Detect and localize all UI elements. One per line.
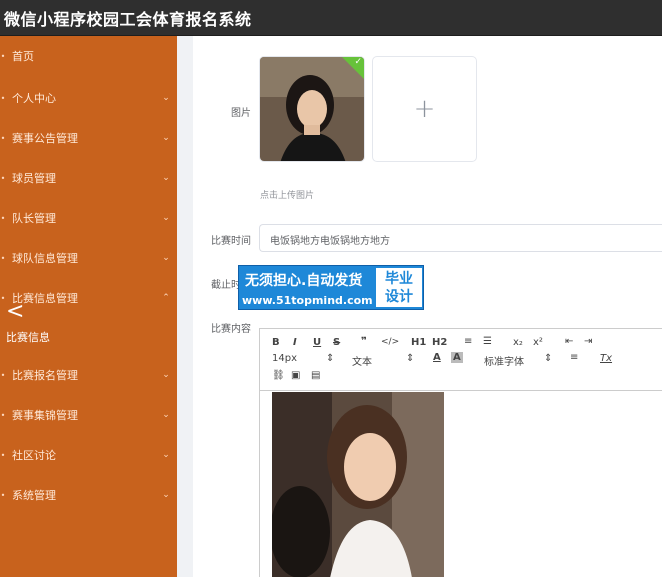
top-header: 微信小程序校园工会体育报名系统 [0, 0, 662, 36]
plus-icon: + [413, 94, 436, 124]
sidebar-item-captains[interactable]: • 队长管理 ⌄ [0, 204, 177, 232]
italic-button[interactable]: I [293, 337, 297, 348]
font-family-select[interactable]: 标准字体 [484, 353, 524, 368]
back-arrow-icon[interactable]: < [6, 301, 24, 323]
font-color-icon[interactable]: A [433, 352, 441, 363]
sidebar-item-label: 赛事公告管理 [12, 132, 78, 145]
sidebar-item-label: 比赛信息管理 [12, 292, 78, 305]
menu-dot-icon: • [0, 410, 6, 420]
chevron-down-icon: ⌄ [162, 133, 170, 143]
superscript-button[interactable]: x² [533, 337, 543, 348]
match-time-label: 比赛时间 [211, 236, 251, 247]
link-icon[interactable]: ⛓ [272, 370, 285, 381]
watermark-line2: www.51topmind.com [242, 294, 373, 307]
ordered-list-button[interactable]: ≡ [464, 336, 472, 347]
sidebar-item-announcements[interactable]: • 赛事公告管理 ⌄ [0, 124, 177, 152]
bullet-list-button[interactable]: ☰ [483, 336, 492, 347]
menu-dot-icon: • [0, 450, 6, 460]
menu-dot-icon: • [0, 213, 6, 223]
upload-tip: 点击上传图片 [260, 191, 315, 201]
sidebar-item-registrations[interactable]: • 比赛报名管理 ⌄ [0, 361, 177, 389]
block-format-select[interactable]: 文本 [352, 353, 372, 368]
chevron-down-icon: ⌄ [162, 410, 170, 420]
sidebar-item-players[interactable]: • 球员管理 ⌄ [0, 164, 177, 192]
chevron-updown-icon: ⇕ [326, 353, 335, 364]
bold-button[interactable]: B [272, 337, 280, 348]
menu-dot-icon: • [0, 490, 6, 500]
chevron-down-icon: ⌄ [162, 253, 170, 263]
strike-button[interactable]: S [333, 337, 340, 348]
video-icon[interactable]: ▤ [311, 370, 320, 381]
watermark-side-box: 毕业 设计 [376, 268, 422, 307]
sidebar-item-matches[interactable]: • 比赛信息管理 ⌃ [0, 284, 177, 312]
watermark-line1: 无须担心.自动发货 [245, 273, 363, 289]
sidebar: • 首页 • 个人中心 ⌄ • 赛事公告管理 ⌄ • 球员管理 ⌄ • 队长管理… [0, 36, 177, 577]
sidebar-item-label: 球员管理 [12, 172, 56, 185]
sidebar-item-label: 系统管理 [12, 489, 56, 502]
sidebar-item-label: 赛事集锦管理 [12, 409, 78, 422]
h2-button[interactable]: H2 [432, 337, 447, 348]
menu-dot-icon: • [0, 93, 6, 103]
sidebar-item-teams[interactable]: • 球队信息管理 ⌄ [0, 244, 177, 272]
rich-text-editor[interactable]: B I U S ❞ </> H1 H2 ≡ ☰ x₂ x² ⇤ ⇥ 14px ⇕… [259, 328, 662, 577]
sidebar-subitem-match-info[interactable]: 比赛信息 [6, 329, 50, 345]
subscript-button[interactable]: x₂ [513, 337, 523, 348]
sidebar-item-label: 比赛报名管理 [12, 369, 78, 382]
content-photo [272, 392, 444, 577]
h1-button[interactable]: H1 [411, 337, 426, 348]
app-title: 微信小程序校园工会体育报名系统 [4, 10, 252, 29]
menu-dot-icon: • [0, 51, 6, 61]
sidebar-item-system[interactable]: • 系统管理 ⌄ [0, 481, 177, 509]
sidebar-item-label: 球队信息管理 [12, 252, 78, 265]
sidebar-item-highlights[interactable]: • 赛事集锦管理 ⌄ [0, 401, 177, 429]
code-button[interactable]: </> [381, 337, 399, 347]
chevron-updown-icon: ⇕ [406, 353, 415, 364]
menu-dot-icon: • [0, 370, 6, 380]
sidebar-item-label: 首页 [12, 50, 34, 63]
editor-content[interactable] [260, 391, 662, 577]
chevron-down-icon: ⌄ [162, 490, 170, 500]
watermark-side2: 设计 [385, 289, 413, 305]
upload-add-button[interactable]: + [372, 56, 477, 162]
chevron-down-icon: ⌄ [162, 93, 170, 103]
image-label: 图片 [231, 108, 251, 119]
chevron-down-icon: ⌄ [162, 173, 170, 183]
indent-button[interactable]: ⇥ [584, 336, 592, 347]
chevron-down-icon: ⌄ [162, 370, 170, 380]
sidebar-item-label: 个人中心 [12, 92, 56, 105]
sidebar-item-label: 社区讨论 [12, 449, 56, 462]
menu-dot-icon: • [0, 133, 6, 143]
clear-format-button[interactable]: Tx [600, 353, 612, 364]
underline-button[interactable]: U [313, 337, 321, 348]
chevron-up-icon: ⌃ [162, 293, 170, 303]
outdent-button[interactable]: ⇤ [565, 336, 573, 347]
menu-dot-icon: • [0, 253, 6, 263]
background-color-icon[interactable]: A [451, 352, 463, 363]
align-icon[interactable]: ≡ [570, 352, 578, 363]
editor-toolbar: B I U S ❞ </> H1 H2 ≡ ☰ x₂ x² ⇤ ⇥ 14px ⇕… [260, 329, 662, 391]
quote-button[interactable]: ❞ [361, 336, 367, 347]
match-content-label: 比赛内容 [211, 324, 251, 335]
match-time-input[interactable]: 电饭锅地方电饭锅地方地方 [259, 224, 662, 252]
menu-dot-icon: • [0, 173, 6, 183]
watermark-side1: 毕业 [385, 271, 413, 287]
sidebar-item-forum[interactable]: • 社区讨论 ⌄ [0, 441, 177, 469]
watermark-banner: 无须担心.自动发货 www.51topmind.com 毕业 设计 [238, 265, 424, 310]
deadline-label: 截止时 [211, 280, 241, 291]
chevron-down-icon: ⌄ [162, 450, 170, 460]
uploaded-image[interactable]: ✓ [259, 56, 365, 162]
sidebar-item-label: 队长管理 [12, 212, 56, 225]
chevron-down-icon: ⌄ [162, 213, 170, 223]
image-icon[interactable]: ▣ [291, 370, 300, 381]
content-gutter [177, 36, 193, 577]
checkmark-icon: ✓ [354, 57, 362, 67]
font-size-select[interactable]: 14px [272, 353, 297, 364]
sidebar-item-profile[interactable]: • 个人中心 ⌄ [0, 84, 177, 112]
sidebar-item-home[interactable]: • 首页 [0, 42, 177, 70]
chevron-updown-icon: ⇕ [544, 353, 553, 364]
app-window: 微信小程序校园工会体育报名系统 • 首页 • 个人中心 ⌄ • 赛事公告管理 ⌄… [0, 0, 662, 577]
